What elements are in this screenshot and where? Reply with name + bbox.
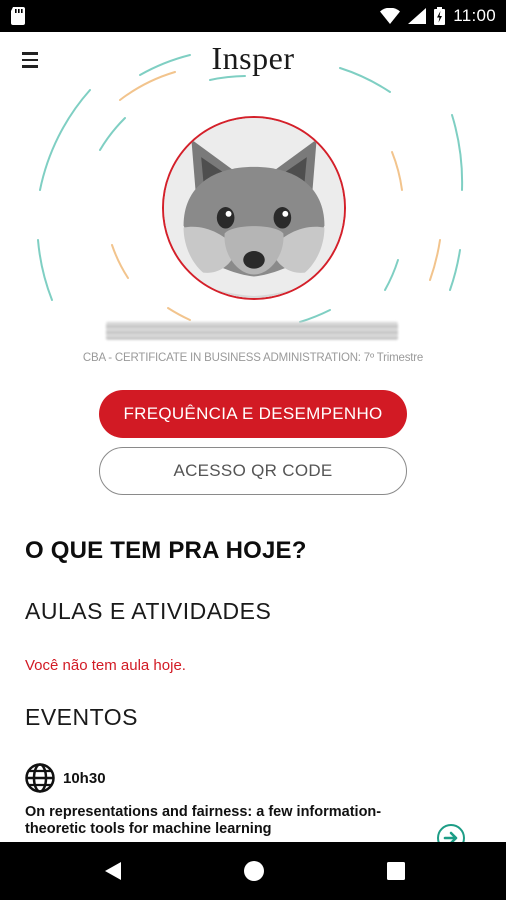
recent-apps-icon[interactable]: [384, 859, 408, 883]
event-time: 10h30: [63, 769, 106, 787]
status-bar: 11:00: [0, 0, 506, 32]
fox-avatar-icon: [164, 118, 344, 298]
student-name-redacted: [106, 322, 398, 340]
qr-code-access-button[interactable]: ACESSO QR CODE: [99, 447, 407, 495]
classes-title: AULAS E ATIVIDADES: [25, 598, 272, 624]
no-class-message: Você não tem aula hoje.: [25, 657, 186, 674]
globe-icon: [25, 763, 55, 793]
cell-signal-icon: [408, 8, 427, 24]
sd-card-icon: [11, 7, 25, 25]
events-title: EVENTOS: [25, 704, 138, 730]
profile-hero: [0, 40, 506, 340]
battery-icon: [434, 7, 446, 25]
profile-avatar: [162, 116, 346, 300]
wifi-icon: [380, 8, 401, 24]
home-icon[interactable]: [242, 859, 266, 883]
event-title[interactable]: On representations and fairness: a few i…: [25, 804, 405, 838]
today-title: O QUE TEM PRA HOJE?: [25, 537, 307, 564]
status-time: 11:00: [453, 6, 496, 25]
back-icon[interactable]: [101, 859, 125, 883]
system-nav-bar: [0, 842, 506, 900]
program-label: CBA - CERTIFICATE IN BUSINESS ADMINISTRA…: [82, 352, 424, 364]
event-time-row: 10h30: [25, 763, 106, 793]
attendance-performance-button[interactable]: FREQUÊNCIA E DESEMPENHO: [99, 390, 407, 438]
